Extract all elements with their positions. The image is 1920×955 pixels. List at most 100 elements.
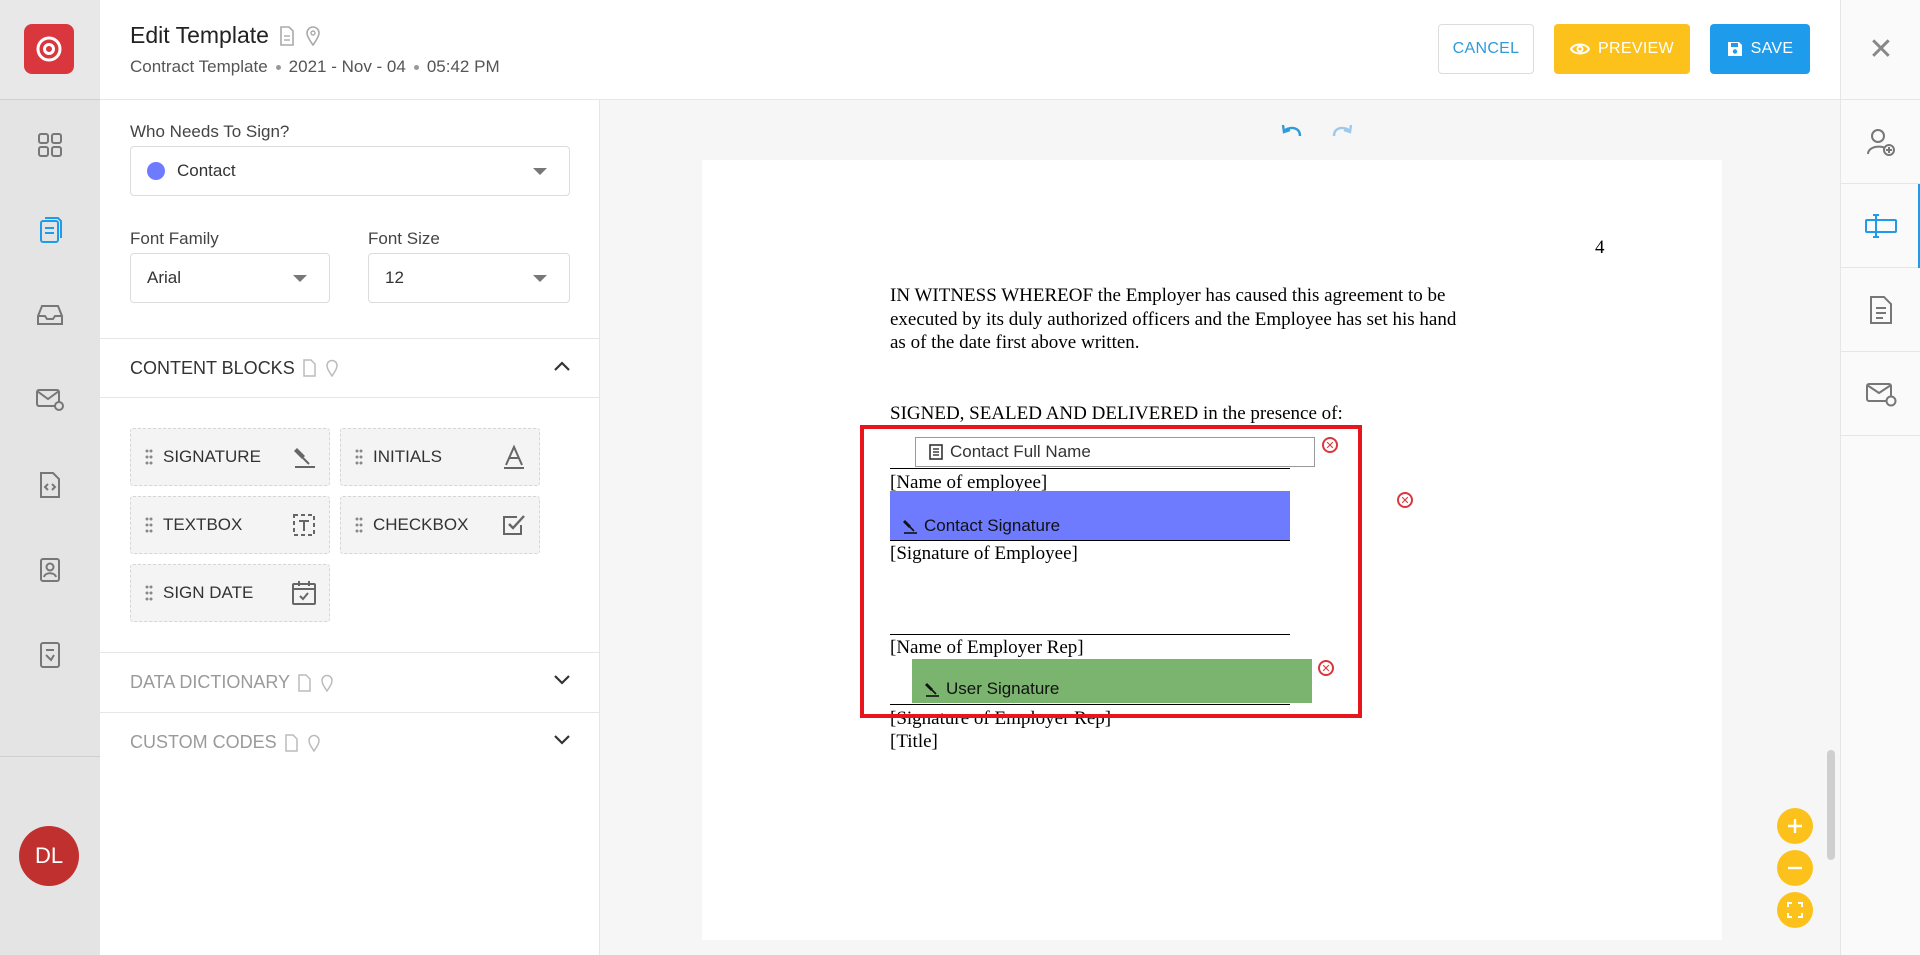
- template-name: Contract Template: [130, 57, 268, 76]
- block-label: SIGN DATE: [163, 583, 254, 602]
- document-info-icon[interactable]: [279, 25, 295, 46]
- data-dictionary-header[interactable]: DATA DICTIONARY: [100, 652, 600, 712]
- nav-contacts[interactable]: [0, 545, 100, 595]
- textbox-icon: [293, 514, 315, 536]
- preview-button[interactable]: PREVIEW: [1554, 24, 1690, 74]
- minus-icon: [1788, 866, 1802, 870]
- user-avatar[interactable]: DL: [19, 826, 79, 886]
- redo-icon[interactable]: [1330, 122, 1354, 138]
- chevron-down-icon: [533, 275, 547, 282]
- cancel-button[interactable]: CANCEL: [1438, 24, 1534, 74]
- signer-color-dot: [147, 162, 165, 180]
- documents-icon: [40, 217, 62, 243]
- document-icon: [1870, 295, 1892, 324]
- tool-fields[interactable]: [1841, 184, 1920, 268]
- text-cursor-field-icon: [1865, 213, 1897, 238]
- custom-codes-header[interactable]: CUSTOM CODES: [100, 712, 600, 772]
- email-settings-icon: [1866, 382, 1897, 406]
- document-scrollbar[interactable]: [1827, 750, 1835, 860]
- checkbox-block[interactable]: CHECKBOX: [340, 496, 540, 554]
- location-pin-icon[interactable]: [320, 674, 334, 692]
- title-text: [Title]: [890, 731, 938, 752]
- add-user-icon: [1867, 128, 1895, 156]
- font-size-select[interactable]: 12: [368, 253, 570, 303]
- block-label: TEXTBOX: [163, 515, 243, 534]
- save-button[interactable]: SAVE: [1710, 24, 1810, 74]
- witness-paragraph-line-1: IN WITNESS WHEREOF the Employer has caus…: [890, 285, 1446, 306]
- page-number: 4: [1595, 237, 1605, 258]
- close-icon[interactable]: ✕: [1841, 0, 1920, 100]
- location-pin-icon[interactable]: [305, 25, 321, 46]
- app-nav-rail: DL: [0, 0, 100, 955]
- nav-inbox[interactable]: [0, 290, 100, 340]
- tool-email-settings[interactable]: [1841, 352, 1920, 436]
- tool-rail: ✕: [1840, 0, 1920, 955]
- nav-dashboard[interactable]: [0, 120, 100, 170]
- plus-icon: [1788, 819, 1802, 833]
- template-date: 2021 - Nov - 04: [288, 57, 406, 76]
- sign-date-block[interactable]: SIGN DATE: [130, 564, 330, 622]
- drag-handle-icon[interactable]: [145, 584, 153, 602]
- drag-handle-icon[interactable]: [355, 448, 363, 466]
- font-family-label: Font Family: [130, 229, 219, 248]
- document-info-icon[interactable]: [284, 733, 299, 752]
- document-info-icon[interactable]: [298, 673, 312, 692]
- fullscreen-icon: [1787, 902, 1803, 918]
- preview-button-label: PREVIEW: [1598, 40, 1674, 57]
- textbox-block[interactable]: TEXTBOX: [130, 496, 330, 554]
- signed-sealed-line: SIGNED, SEALED AND DELIVERED in the pres…: [890, 403, 1343, 424]
- inbox-icon: [37, 305, 63, 325]
- remove-field-icon[interactable]: ✕: [1397, 492, 1413, 508]
- contacts-icon: [40, 558, 60, 582]
- initials-font-icon: [504, 444, 524, 469]
- location-pin-icon[interactable]: [307, 734, 321, 752]
- dashboard-icon: [38, 133, 62, 157]
- nav-documents[interactable]: [0, 205, 100, 255]
- font-family-value: Arial: [147, 268, 182, 287]
- font-size-label: Font Size: [368, 229, 440, 248]
- fit-screen-button[interactable]: [1777, 892, 1813, 928]
- app-logo[interactable]: [24, 24, 74, 74]
- drag-handle-icon[interactable]: [145, 516, 153, 534]
- tool-document[interactable]: [1841, 268, 1920, 352]
- chevron-down-icon[interactable]: [554, 675, 570, 685]
- witness-paragraph-line-3: as of the date first above written.: [890, 332, 1140, 353]
- nav-email-settings[interactable]: [0, 375, 100, 425]
- zoom-in-button[interactable]: [1777, 808, 1813, 844]
- undo-icon[interactable]: [1280, 122, 1304, 138]
- tool-add-signer[interactable]: [1841, 100, 1920, 184]
- content-blocks-header[interactable]: CONTENT BLOCKS: [100, 338, 600, 398]
- signer-select[interactable]: Contact: [130, 146, 570, 196]
- nav-code[interactable]: [0, 460, 100, 510]
- document-info-icon[interactable]: [302, 359, 317, 377]
- location-pin-icon[interactable]: [325, 359, 339, 377]
- modal-header: Edit Template Contract Template 2021 - N…: [100, 0, 1840, 100]
- checkbox-icon: [503, 515, 525, 535]
- nav-divider: [0, 756, 100, 757]
- signature-stamp-icon: [294, 448, 315, 468]
- save-button-label: SAVE: [1750, 40, 1794, 57]
- code-icon: [40, 472, 60, 498]
- drag-handle-icon[interactable]: [145, 448, 153, 466]
- content-blocks-title: CONTENT BLOCKS: [130, 357, 295, 378]
- meta-separator: [413, 64, 419, 70]
- drag-handle-icon[interactable]: [355, 516, 363, 534]
- signature-block[interactable]: SIGNATURE: [130, 428, 330, 486]
- settings-panel: Who Needs To Sign? Contact Font Family A…: [100, 100, 600, 955]
- font-family-select[interactable]: Arial: [130, 253, 330, 303]
- eye-icon: [1570, 43, 1591, 55]
- custom-codes-title: CUSTOM CODES: [130, 732, 277, 752]
- nav-file-settings[interactable]: [0, 630, 100, 680]
- zoom-out-button[interactable]: [1777, 850, 1813, 886]
- witness-paragraph-line-2: executed by its duly authorized officers…: [890, 309, 1457, 330]
- chevron-up-icon[interactable]: [554, 361, 570, 371]
- cancel-button-label: CANCEL: [1452, 40, 1520, 57]
- calendar-icon: [292, 581, 316, 605]
- block-label: SIGNATURE: [163, 447, 261, 466]
- chevron-down-icon[interactable]: [554, 735, 570, 745]
- email-settings-icon: [36, 389, 64, 411]
- page-title-text: Edit Template: [130, 22, 269, 48]
- initials-block[interactable]: INITIALS: [340, 428, 540, 486]
- at-logo-icon: [36, 36, 62, 62]
- block-label: CHECKBOX: [373, 515, 469, 534]
